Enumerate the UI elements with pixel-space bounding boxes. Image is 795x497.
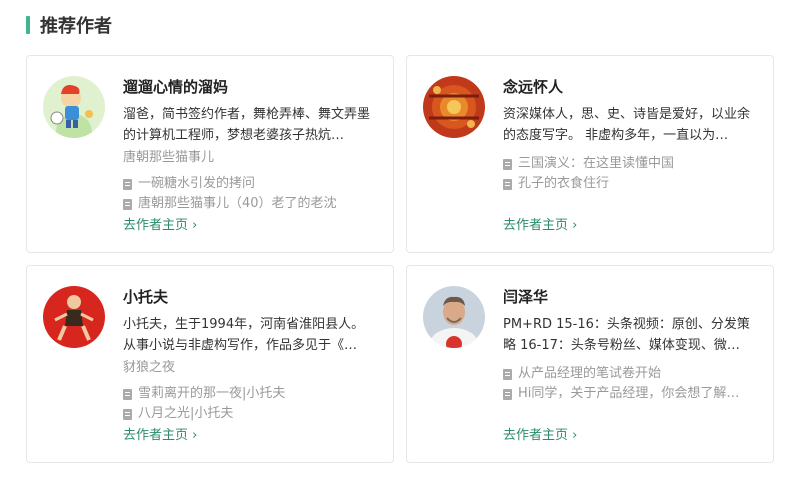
article-link[interactable]: 一碗糖水引发的拷问 [123,174,377,194]
document-icon [503,368,512,380]
document-icon [503,178,512,190]
avatar-man-photo [423,286,485,348]
avatar-cartoon-boy [43,76,105,138]
article-link[interactable]: 雪莉离开的那一夜|小托夫 [123,384,377,404]
author-bio: 溜爸，简书签约作者，舞枪弄棒、舞文弄墨的计算机工程师，梦想老婆孩子热炕… [123,107,371,143]
author-card: 遛遛心情的溜妈 溜爸，简书签约作者，舞枪弄棒、舞文弄墨的计算机工程师，梦想老婆孩… [26,55,394,253]
author-name[interactable]: 念远怀人 [503,76,757,98]
author-name[interactable]: 小托夫 [123,286,377,308]
author-home-link[interactable]: 去作者主页 › [503,426,577,446]
author-collection[interactable]: 唐朝那些猫事儿 [123,148,377,168]
article-link[interactable]: Hi同学，关于产品经理，你会想了解… [503,384,757,404]
article-link[interactable]: 三国演义：在这里读懂中国 [503,154,757,174]
author-bio: 资深媒体人，思、史、诗皆是爱好，以业余的态度写字。 非虚构多年，一直以为… [503,107,751,143]
document-icon [123,198,132,210]
author-card: 闫泽华 PM+RD 15-16：头条视频：原创、分发策略 16-17：头条号粉丝… [406,265,774,463]
avatar[interactable] [43,286,105,348]
document-icon [123,408,132,420]
article-link[interactable]: 孔子的衣食住行 [503,174,757,194]
article-link[interactable]: 从产品经理的笔试卷开始 [503,364,757,384]
author-collection[interactable]: 豺狼之夜 [123,358,377,378]
title-accent-bar [26,16,30,34]
avatar[interactable] [423,286,485,348]
author-home-link[interactable]: 去作者主页 › [503,216,577,236]
document-icon [123,388,132,400]
document-icon [503,158,512,170]
author-bio: 小托夫，生于1994年，河南省淮阳县人。从事小说与非虚构写作，作品多见于《… [123,317,365,353]
author-home-link[interactable]: 去作者主页 › [123,426,197,446]
section-header: 推荐作者 [26,14,112,37]
document-icon [503,388,512,400]
author-bio: PM+RD 15-16：头条视频：原创、分发策略 16-17：头条号粉丝、媒体变… [503,317,750,353]
document-icon [123,178,132,190]
author-home-link[interactable]: 去作者主页 › [123,216,197,236]
avatar[interactable] [43,76,105,138]
avatar-ornate-red [423,76,485,138]
author-card: 小托夫 小托夫，生于1994年，河南省淮阳县人。从事小说与非虚构写作，作品多见于… [26,265,394,463]
article-link[interactable]: 唐朝那些猫事儿（40）老了的老沈 [123,194,377,214]
article-link[interactable]: 八月之光|小托夫 [123,404,377,424]
author-card: 念远怀人 资深媒体人，思、史、诗皆是爱好，以业余的态度写字。 非虚构多年，一直以… [406,55,774,253]
section-title: 推荐作者 [40,16,112,37]
author-name[interactable]: 遛遛心情的溜妈 [123,76,377,98]
author-name[interactable]: 闫泽华 [503,286,757,308]
avatar[interactable] [423,76,485,138]
avatar-figure-red [43,286,105,348]
